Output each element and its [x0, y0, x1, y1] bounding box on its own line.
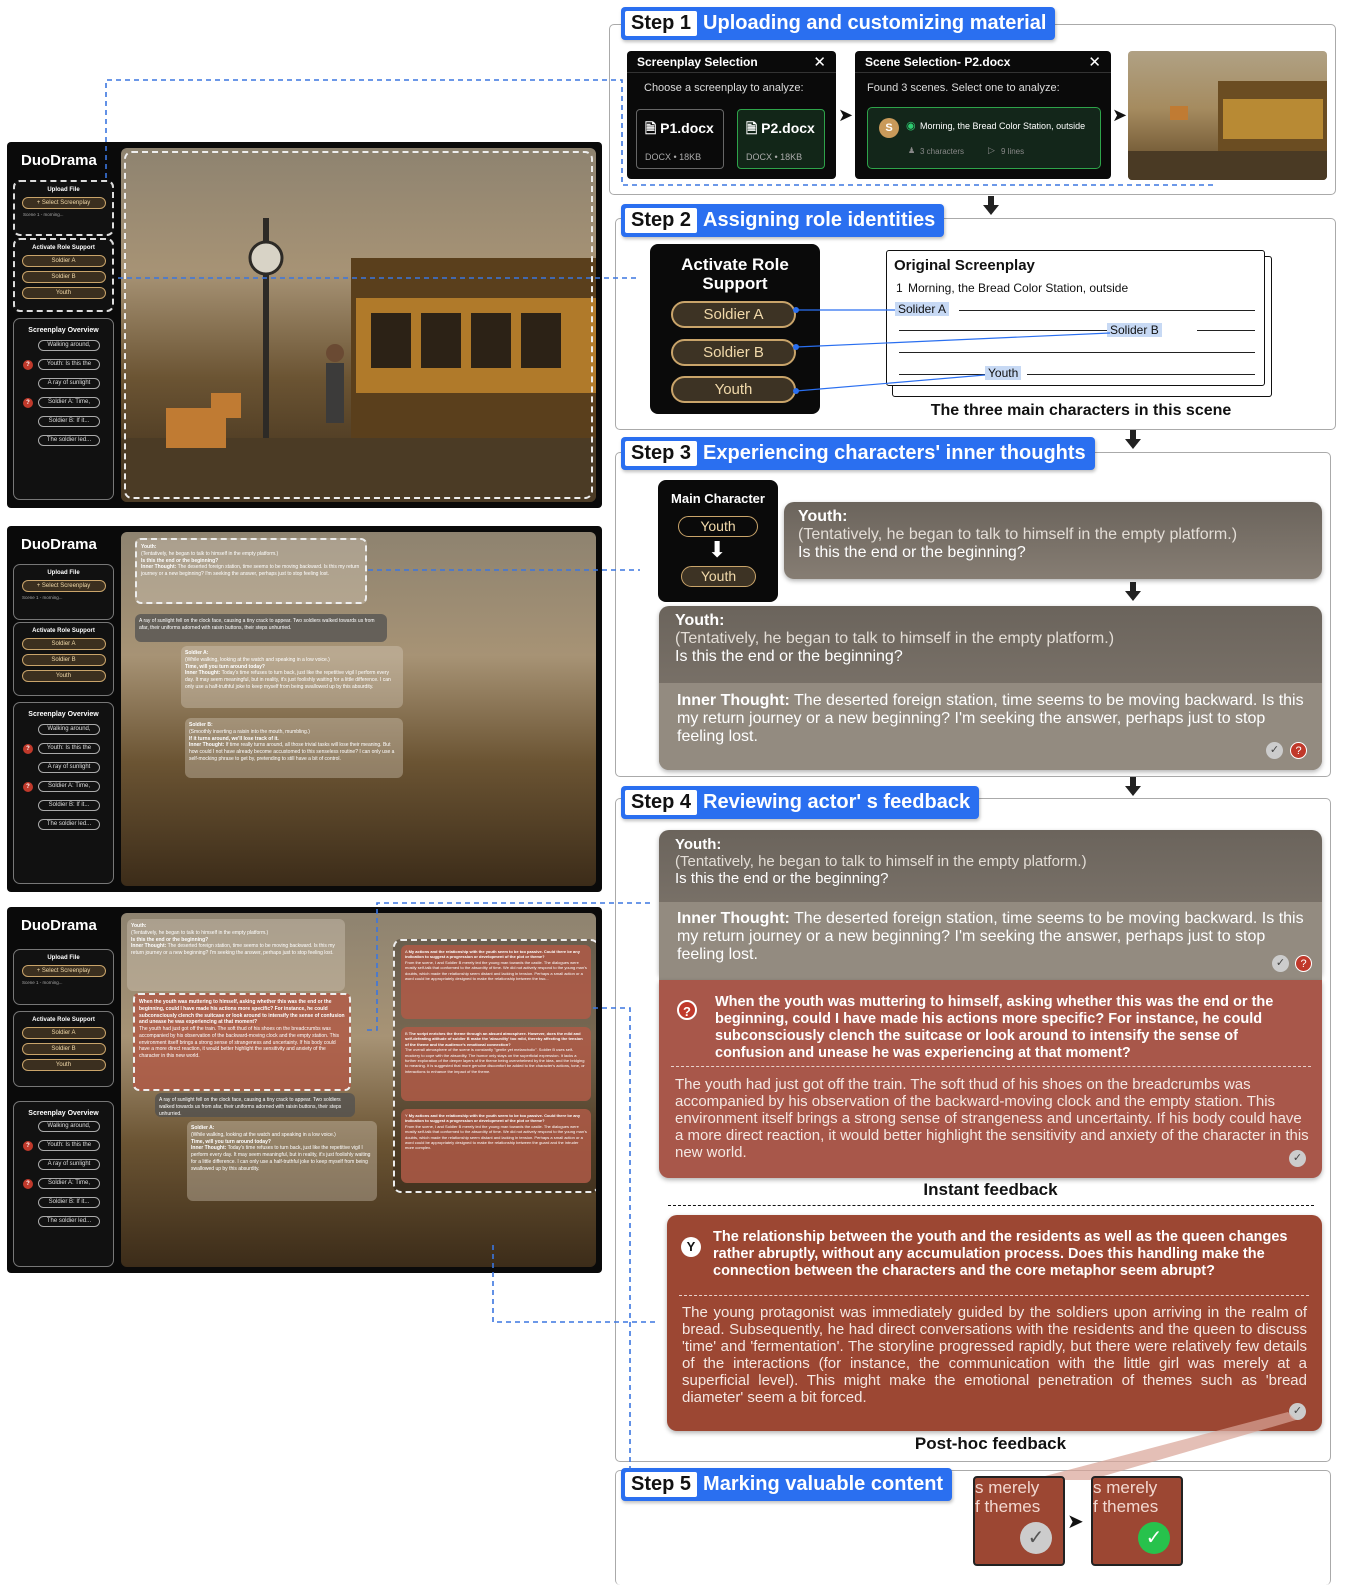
- dashed-connectors: [105, 79, 1216, 1470]
